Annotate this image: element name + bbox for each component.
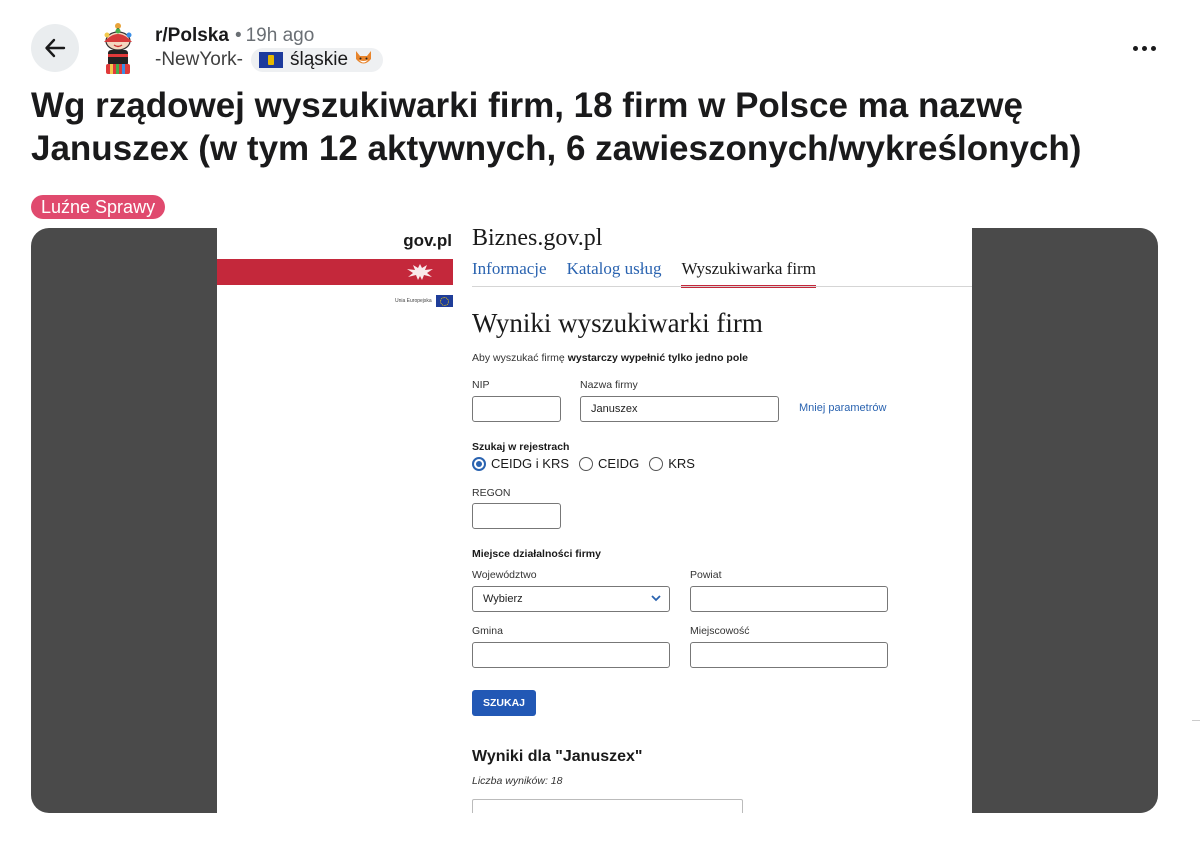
more-dot bbox=[1150, 45, 1156, 51]
nav-wyszukiwarka-firm[interactable]: Wyszukiwarka firm bbox=[681, 259, 816, 288]
back-button[interactable] bbox=[31, 24, 79, 72]
author-name[interactable]: -NewYork- bbox=[155, 48, 243, 72]
user-flair-text: śląskie bbox=[290, 49, 349, 70]
eu-text: Unia Europejska bbox=[395, 298, 432, 304]
town-input[interactable] bbox=[690, 642, 888, 668]
nav-informacje[interactable]: Informacje bbox=[472, 259, 547, 288]
nip-input[interactable] bbox=[472, 396, 561, 422]
gov-sidebar: gov.pl Unia Europejska bbox=[217, 228, 453, 813]
company-name-input[interactable]: Januszex bbox=[580, 396, 779, 422]
voivodeship-select[interactable]: Wybierz bbox=[472, 586, 670, 612]
site-nav: Informacje Katalog usług Wyszukiwarka fi… bbox=[472, 259, 816, 288]
post-flair[interactable]: Luźne Sprawy bbox=[31, 195, 166, 219]
subreddit-name[interactable]: r/Polska bbox=[155, 25, 229, 46]
radio-label: CEIDG bbox=[598, 456, 640, 471]
company-name-label: Nazwa firmy bbox=[580, 379, 638, 391]
commune-label: Gmina bbox=[472, 625, 503, 637]
site-title: Biznes.gov.pl bbox=[472, 228, 603, 251]
results-count: Liczba wyników: 18 bbox=[472, 775, 563, 787]
arrow-left-icon bbox=[45, 38, 66, 58]
search-button[interactable]: SZUKAJ bbox=[472, 690, 536, 716]
radio-dot bbox=[472, 456, 486, 471]
radio-label: KRS bbox=[668, 456, 695, 471]
place-label: Miejsce działalności firmy bbox=[472, 548, 601, 560]
hint-text: Aby wyszukać firmę bbox=[472, 352, 568, 364]
voivodeship-label: Województwo bbox=[472, 569, 537, 581]
less-params-link[interactable]: Mniej parametrów bbox=[799, 402, 886, 414]
result-card bbox=[472, 799, 743, 813]
hint-bold: wystarczy wypełnić tylko jedno pole bbox=[567, 352, 749, 364]
subreddit-avatar[interactable] bbox=[94, 20, 142, 76]
nip-label: NIP bbox=[472, 379, 490, 391]
more-options-button[interactable] bbox=[1132, 38, 1156, 58]
radio-krs[interactable]: KRS bbox=[649, 456, 695, 471]
fox-icon bbox=[354, 48, 373, 72]
author-line: -NewYork- śląskie bbox=[155, 48, 384, 72]
screenshot-image: gov.pl Unia Europejska Biznes.gov.pl Inf… bbox=[217, 228, 972, 813]
post-media[interactable]: gov.pl Unia Europejska Biznes.gov.pl Inf… bbox=[31, 228, 1158, 813]
eu-badge: Unia Europejska bbox=[395, 295, 453, 307]
county-input[interactable] bbox=[690, 586, 888, 612]
results-heading: Wyniki dla "Januszex" bbox=[472, 748, 643, 765]
radio-dot bbox=[649, 456, 664, 471]
post-time: 19h ago bbox=[245, 25, 315, 46]
eagle-icon bbox=[407, 264, 433, 280]
regon-label: REGON bbox=[472, 487, 511, 499]
silesia-flag-icon bbox=[259, 52, 283, 68]
more-horizontal-icon bbox=[1132, 45, 1138, 51]
post-meta: r/Polska • 19h ago bbox=[155, 25, 314, 47]
gov-logo: gov.pl bbox=[403, 231, 452, 250]
more-dot bbox=[1141, 45, 1147, 51]
voivodeship-value: Wybierz bbox=[483, 593, 523, 605]
edge-divider bbox=[1192, 720, 1200, 721]
nav-divider bbox=[472, 286, 972, 287]
user-flair: śląskie bbox=[251, 48, 384, 72]
radio-ceidg[interactable]: CEIDG bbox=[579, 456, 639, 471]
eu-flag-icon bbox=[435, 295, 453, 307]
radio-dot bbox=[579, 456, 594, 471]
search-hint: Aby wyszukać firmę wystarczy wypełnić ty… bbox=[472, 352, 748, 364]
page-heading: Wyniki wyszukiwarki firm bbox=[472, 308, 763, 338]
meta-separator: • bbox=[234, 25, 242, 46]
chevron-down-icon bbox=[651, 595, 661, 602]
regon-input[interactable] bbox=[472, 503, 561, 529]
radio-ceidg-krs[interactable]: CEIDG i KRS bbox=[472, 456, 569, 471]
registers-radio-group: CEIDG i KRS CEIDG KRS bbox=[472, 456, 705, 471]
nav-katalog-uslug[interactable]: Katalog usług bbox=[567, 259, 662, 288]
commune-input[interactable] bbox=[472, 642, 670, 668]
radio-label: CEIDG i KRS bbox=[491, 456, 570, 471]
county-label: Powiat bbox=[690, 569, 722, 581]
post-title[interactable]: Wg rządowej wyszukiwarki firm, 18 firm w… bbox=[31, 84, 1151, 170]
town-label: Miejscowość bbox=[690, 625, 750, 637]
registers-label: Szukaj w rejestrach bbox=[472, 441, 570, 453]
gov-red-bar bbox=[217, 259, 453, 285]
